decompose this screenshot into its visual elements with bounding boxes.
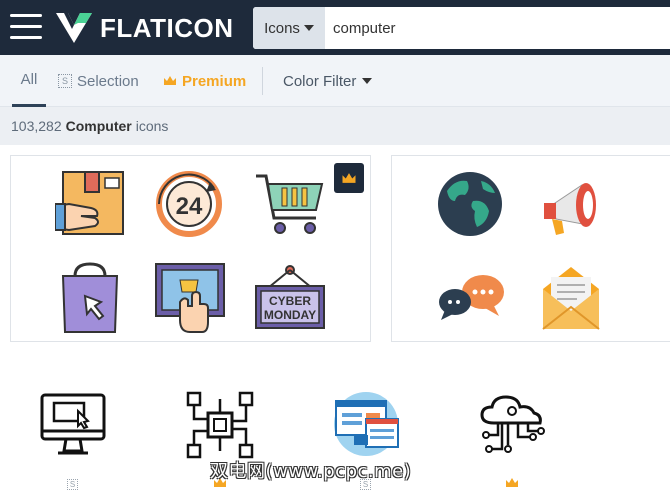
globe-icon[interactable] <box>437 171 503 237</box>
logo-text: FLATICON <box>100 12 234 43</box>
crown-icon <box>342 172 356 183</box>
divider <box>262 67 263 95</box>
search-input[interactable] <box>325 7 670 49</box>
top-bar: FLATICON Icons <box>0 0 670 55</box>
premium-crown-badge <box>334 163 364 193</box>
cloud-network-icon[interactable] <box>478 393 546 457</box>
shopping-cart-icon[interactable] <box>254 170 324 238</box>
chevron-down-icon <box>362 78 373 84</box>
search-type-dropdown[interactable]: Icons <box>253 7 325 49</box>
search-bar: Icons <box>253 7 670 49</box>
color-filter-dropdown[interactable]: Color Filter <box>283 55 373 107</box>
crown-icon <box>506 478 518 487</box>
svg-text:MONDAY: MONDAY <box>264 308 316 322</box>
result-count: 103,282 Computer icons <box>0 107 670 145</box>
24-hours-icon[interactable]: 24 <box>154 170 224 238</box>
tab-premium-label: Premium <box>182 72 247 90</box>
filter-bar: All S Selection Premium Color Filter <box>0 55 670 107</box>
circuit-chip-icon[interactable] <box>186 391 254 459</box>
chat-bubbles-icon[interactable] <box>437 272 505 322</box>
watermark-text: 双电网(www.pcpc.me) <box>210 461 412 482</box>
email-envelope-icon[interactable] <box>541 265 601 331</box>
result-count-term: Computer <box>65 118 132 134</box>
chevron-down-icon <box>303 25 314 31</box>
cyber-monday-sign-icon[interactable]: CYBER MONDAY <box>254 262 326 332</box>
icon-pack-card[interactable] <box>391 155 670 342</box>
search-type-label: Icons <box>264 19 300 37</box>
computer-screens-icon[interactable] <box>332 391 400 457</box>
svg-text:24: 24 <box>176 193 203 220</box>
menu-icon[interactable] <box>10 14 42 40</box>
computer-monitor-icon[interactable] <box>40 393 106 457</box>
result-count-number: 103,282 <box>11 118 62 134</box>
tab-all[interactable]: All <box>12 55 46 107</box>
online-shopping-tablet-icon[interactable] <box>154 262 226 334</box>
svg-text:CYBER: CYBER <box>269 294 311 308</box>
tab-selection[interactable]: S Selection <box>58 55 139 107</box>
megaphone-icon[interactable] <box>542 171 602 237</box>
color-filter-label: Color Filter <box>283 72 357 90</box>
delivery-box-hand-icon[interactable] <box>55 170 125 238</box>
selection-icon: S <box>58 74 72 88</box>
flaticon-logo-icon <box>56 13 92 43</box>
crown-icon <box>164 76 176 85</box>
flaticon-logo[interactable]: FLATICON <box>54 11 234 45</box>
tab-selection-label: Selection <box>77 72 139 90</box>
selection-badge[interactable]: S <box>67 479 78 490</box>
result-count-suffix: icons <box>135 118 169 134</box>
tab-premium[interactable]: Premium <box>163 55 246 107</box>
shopping-bag-cursor-icon[interactable] <box>55 262 125 334</box>
tab-all-label: All <box>20 71 38 88</box>
